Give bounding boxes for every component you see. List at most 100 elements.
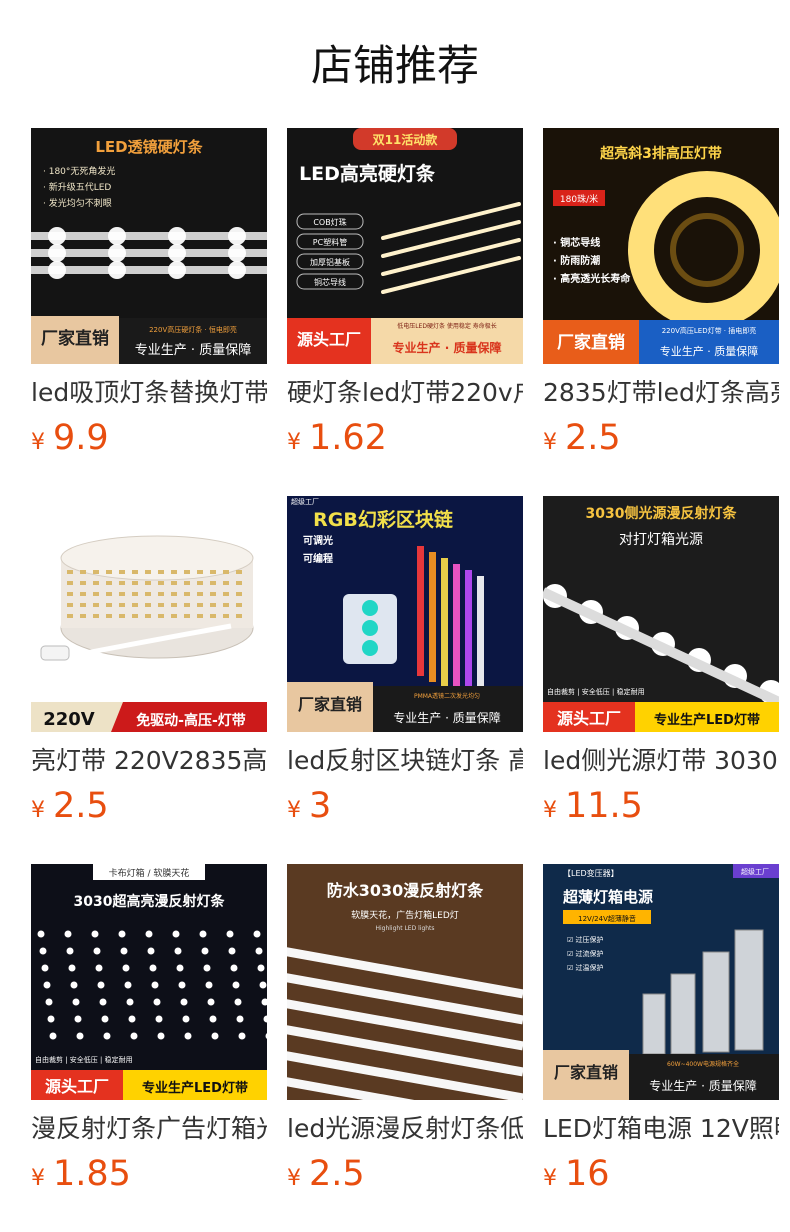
product-card[interactable]: LED透镜硬灯条 · 180°无死角发光 · 新升级五代LED · 发光均匀不刺眼 厂家… xyxy=(31,128,267,468)
product-image[interactable]: 3030侧光源漫反射灯条 对打灯箱光源 自由裁剪 | 安全低压 | 稳定耐用 源头工厂… xyxy=(543,496,779,732)
product-name[interactable]: led光源漫反射灯条低压 xyxy=(287,1112,523,1146)
currency-symbol: ¥ xyxy=(287,798,301,823)
image-tag: 【LED变压器】 xyxy=(563,868,619,878)
product-name[interactable]: led吸顶灯条替换灯带 xyxy=(31,376,267,410)
product-image[interactable]: 卡布灯箱 / 软膜天花 3030超高亮漫反射灯条 自由裁剪 | 安全低压 | 稳定耐… xyxy=(31,864,267,1100)
image-fineprint: 60W~400W电源规格齐全 xyxy=(667,1060,739,1068)
product-name[interactable]: LED灯箱电源 12V照明 xyxy=(543,1112,779,1146)
image-corner: 超级工厂 xyxy=(291,497,319,506)
product-image[interactable]: LED透镜硬灯条 · 180°无死角发光 · 新升级五代LED · 发光均匀不刺眼 厂家… xyxy=(31,128,267,364)
product-card[interactable]: 3030侧光源漫反射灯条 对打灯箱光源 自由裁剪 | 安全低压 | 稳定耐用 源头工厂… xyxy=(543,496,779,836)
product-name[interactable]: led反射区块链灯条 高亮 xyxy=(287,744,523,778)
led-dot xyxy=(228,227,246,245)
currency-symbol: ¥ xyxy=(287,430,301,455)
image-bullet: 可调光 xyxy=(303,534,333,547)
product-name[interactable]: led侧光源灯带 3030 xyxy=(543,744,779,778)
product-card[interactable]: 【LED变压器】 超级工厂超薄灯箱电源 12V/24V超薄静音 ☑ 过压保护 ☑ 过流保… xyxy=(543,864,779,1204)
image-tag: 180珠/米 xyxy=(560,193,598,205)
product-card[interactable]: 220V 免驱动-高压-灯带亮灯带 220V2835高压 ¥2.5 xyxy=(31,496,267,836)
price-value: 16 xyxy=(565,1154,610,1194)
image-bullet: · 180°无死角发光 xyxy=(43,165,115,177)
image-fineprint: 自由裁剪 | 安全低压 | 稳定耐用 xyxy=(35,1055,133,1064)
image-slogan: 专业生产 · 质量保障 xyxy=(135,343,251,358)
image-headline: 防水3030漫反射灯条 xyxy=(327,881,485,900)
image-slogan: 专业生产LED灯带 xyxy=(142,1080,248,1096)
image-fineprint: 220V高压LED灯带 · 插电即亮 xyxy=(662,326,757,335)
image-badge: 厂家直销 xyxy=(298,695,362,714)
image-slogan: 免驱动-高压-灯带 xyxy=(136,712,246,729)
image-tag: 卡布灯箱 / 软膜天花 xyxy=(109,867,190,879)
image-bullet: ☑ 过流保护 xyxy=(567,949,604,958)
price-value: 9.9 xyxy=(53,418,109,458)
image-fineprint: 低电压LED硬灯条 使用稳定 寿命极长 xyxy=(397,322,497,330)
image-bullet: · 铜芯导线 xyxy=(553,236,600,249)
image-badge: 源头工厂 xyxy=(45,1077,109,1096)
price-value: 2.5 xyxy=(53,786,109,826)
product-price: ¥3 xyxy=(287,784,331,834)
product-price: ¥11.5 xyxy=(543,784,643,834)
image-badge: 厂家直销 xyxy=(554,1063,618,1082)
image-fineprint: 自由裁剪 | 安全低压 | 稳定耐用 xyxy=(547,687,645,696)
product-card[interactable]: 超亮斜3排高压灯带 180珠/米 · 铜芯导线 · 防雨防潮 · 高亮透光长寿命 厂家直销… xyxy=(543,128,779,468)
led-dot xyxy=(228,261,246,279)
image-bullet: COB灯珠 xyxy=(313,217,346,227)
product-name[interactable]: 漫反射灯条广告灯箱光源 xyxy=(31,1112,267,1146)
image-fineprint: PMMA透镜二次发光均匀 xyxy=(414,692,480,700)
image-chip: 12V/24V超薄静音 xyxy=(578,914,636,923)
product-image[interactable]: 超级工厂 RGB幻彩区块链 可调光 可编程 厂家直销 PMMA透镜二次发光均匀 专业生产 ·… xyxy=(287,496,523,732)
image-ribbon: 双11活动款 xyxy=(373,132,439,147)
image-badge: 厂家直销 xyxy=(41,328,109,349)
led-dot xyxy=(228,244,246,262)
image-corner: 超级工厂 xyxy=(741,867,769,876)
currency-symbol: ¥ xyxy=(31,798,45,823)
product-image[interactable]: 【LED变压器】 超级工厂超薄灯箱电源 12V/24V超薄静音 ☑ 过压保护 ☑ 过流保… xyxy=(543,864,779,1100)
product-name[interactable]: 2835灯带led灯条高亮 xyxy=(543,376,779,410)
currency-symbol: ¥ xyxy=(543,798,557,823)
product-price: ¥1.62 xyxy=(287,416,387,466)
product-name[interactable]: 硬灯条led灯带220v户外 xyxy=(287,376,523,410)
image-slogan: 专业生产 · 质量保障 xyxy=(393,710,500,725)
product-card[interactable]: 防水3030漫反射灯条 软膜天花，广告灯箱LED灯 Highlight LED li… xyxy=(287,864,523,1204)
led-dot xyxy=(168,261,186,279)
image-fineprint: 220V高压硬灯条 · 恒电即亮 xyxy=(149,325,237,334)
led-dot xyxy=(48,244,66,262)
product-price: ¥2.5 xyxy=(543,416,621,466)
price-value: 1.85 xyxy=(53,1154,131,1194)
product-price: ¥2.5 xyxy=(287,1152,365,1202)
product-card[interactable]: 超级工厂 RGB幻彩区块链 可调光 可编程 厂家直销 PMMA透镜二次发光均匀 专业生产 ·… xyxy=(287,496,523,836)
product-image[interactable]: 超亮斜3排高压灯带 180珠/米 · 铜芯导线 · 防雨防潮 · 高亮透光长寿命 厂家直销… xyxy=(543,128,779,364)
currency-symbol: ¥ xyxy=(543,430,557,455)
price-value: 1.62 xyxy=(309,418,387,458)
image-bullet: ☑ 过压保护 xyxy=(567,935,604,944)
currency-symbol: ¥ xyxy=(31,430,45,455)
image-badge: 220V xyxy=(43,709,95,730)
led-dot xyxy=(168,227,186,245)
image-headline: 超薄灯箱电源 xyxy=(562,888,653,906)
image-bullet: · 发光均匀不刺眼 xyxy=(43,197,112,209)
image-badge: 源头工厂 xyxy=(297,330,361,349)
image-slogan: 专业生产 · 质量保障 xyxy=(393,340,502,355)
led-dot xyxy=(168,244,186,262)
product-image[interactable]: 220V 免驱动-高压-灯带 xyxy=(31,496,267,732)
product-name[interactable]: 亮灯带 220V2835高压 xyxy=(31,744,267,778)
image-badge: 源头工厂 xyxy=(557,709,621,728)
image-bullet: ☑ 过温保护 xyxy=(567,963,604,972)
product-image[interactable]: 双11活动款 LED高亮硬灯条 COB灯珠 PC塑料管 加厚铝基板 铜芯导线 源头工厂 低电压… xyxy=(287,128,523,364)
image-headline: 3030侧光源漫反射灯条 xyxy=(586,505,738,522)
led-dot xyxy=(108,244,126,262)
led-dot xyxy=(48,261,66,279)
image-slogan: 专业生产LED灯带 xyxy=(654,712,760,728)
led-dot xyxy=(48,227,66,245)
image-fineprint: Highlight LED lights xyxy=(375,925,434,932)
led-dot xyxy=(108,227,126,245)
product-card[interactable]: 双11活动款 LED高亮硬灯条 COB灯珠 PC塑料管 加厚铝基板 铜芯导线 源头工厂 低电压… xyxy=(287,128,523,468)
product-price: ¥9.9 xyxy=(31,416,109,466)
currency-symbol: ¥ xyxy=(31,1166,45,1191)
product-price: ¥16 xyxy=(543,1152,610,1202)
product-grid: LED透镜硬灯条 · 180°无死角发光 · 新升级五代LED · 发光均匀不刺眼 厂家… xyxy=(0,0,790,1232)
product-image[interactable]: 防水3030漫反射灯条 软膜天花，广告灯箱LED灯 Highlight LED li… xyxy=(287,864,523,1100)
product-price: ¥1.85 xyxy=(31,1152,131,1202)
product-card[interactable]: 卡布灯箱 / 软膜天花 3030超高亮漫反射灯条 自由裁剪 | 安全低压 | 稳定耐… xyxy=(31,864,267,1204)
product-price: ¥2.5 xyxy=(31,784,109,834)
image-bullet: · 防雨防潮 xyxy=(553,254,600,267)
